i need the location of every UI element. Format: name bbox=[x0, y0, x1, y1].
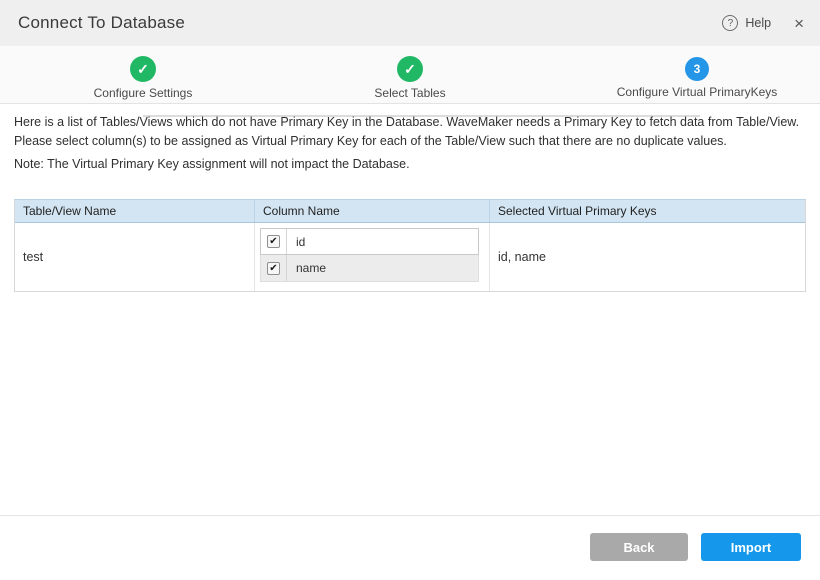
help-icon[interactable]: ? bbox=[722, 15, 738, 31]
check-icon: ✓ bbox=[397, 56, 423, 82]
footer-divider bbox=[0, 515, 820, 516]
step-label: Configure Settings bbox=[23, 86, 263, 100]
dialog-titlebar: Connect To Database ? Help × bbox=[0, 0, 820, 46]
checkbox-name[interactable]: ✔ bbox=[267, 262, 280, 275]
checkbox-cell: ✔ bbox=[261, 229, 287, 254]
table-view-name-cell: test bbox=[15, 223, 255, 291]
check-icon: ✓ bbox=[130, 56, 156, 82]
selected-keys-cell: id, name bbox=[490, 223, 805, 291]
step-select-tables[interactable]: ✓ Select Tables bbox=[290, 46, 530, 100]
import-button[interactable]: Import bbox=[701, 533, 801, 561]
step-label: Select Tables bbox=[290, 86, 530, 100]
step-label: Configure Virtual PrimaryKeys bbox=[577, 85, 817, 99]
header-column-name: Column Name bbox=[255, 200, 490, 222]
wizard-stepper: ✓ Configure Settings ✓ Select Tables 3 C… bbox=[0, 46, 820, 104]
table-row: test ✔ id ✔ name bbox=[15, 223, 805, 291]
column-checkbox-list: ✔ id ✔ name bbox=[260, 228, 479, 282]
checkbox-id[interactable]: ✔ bbox=[267, 235, 280, 248]
table-header-row: Table/View Name Column Name Selected Vir… bbox=[15, 200, 805, 223]
header-selected-virtual-primary-keys: Selected Virtual Primary Keys bbox=[490, 200, 805, 222]
step-number-badge: 3 bbox=[685, 57, 709, 81]
list-item-id[interactable]: ✔ id bbox=[260, 228, 479, 255]
dialog-title: Connect To Database bbox=[18, 13, 185, 33]
step-configure-settings[interactable]: ✓ Configure Settings bbox=[23, 46, 263, 100]
header-table-view-name: Table/View Name bbox=[15, 200, 255, 222]
help-button[interactable]: Help bbox=[745, 16, 771, 30]
note-text: Note: The Virtual Primary Key assignment… bbox=[14, 157, 808, 171]
description-text: Here is a list of Tables/Views which do … bbox=[14, 113, 808, 152]
back-button[interactable]: Back bbox=[590, 533, 688, 561]
list-item-name[interactable]: ✔ name bbox=[260, 255, 479, 282]
close-icon[interactable]: × bbox=[794, 15, 804, 32]
virtual-primary-keys-table: Table/View Name Column Name Selected Vir… bbox=[14, 199, 806, 292]
titlebar-controls: ? Help × bbox=[722, 0, 804, 46]
column-label-name: name bbox=[296, 261, 326, 275]
column-name-cell: ✔ id ✔ name bbox=[255, 223, 490, 291]
connect-to-database-dialog: Connect To Database ? Help × ✓ Configure… bbox=[0, 0, 820, 580]
checkbox-cell: ✔ bbox=[261, 255, 287, 281]
column-label-id: id bbox=[296, 235, 305, 249]
step-configure-virtual-primarykeys[interactable]: 3 Configure Virtual PrimaryKeys bbox=[577, 46, 817, 99]
